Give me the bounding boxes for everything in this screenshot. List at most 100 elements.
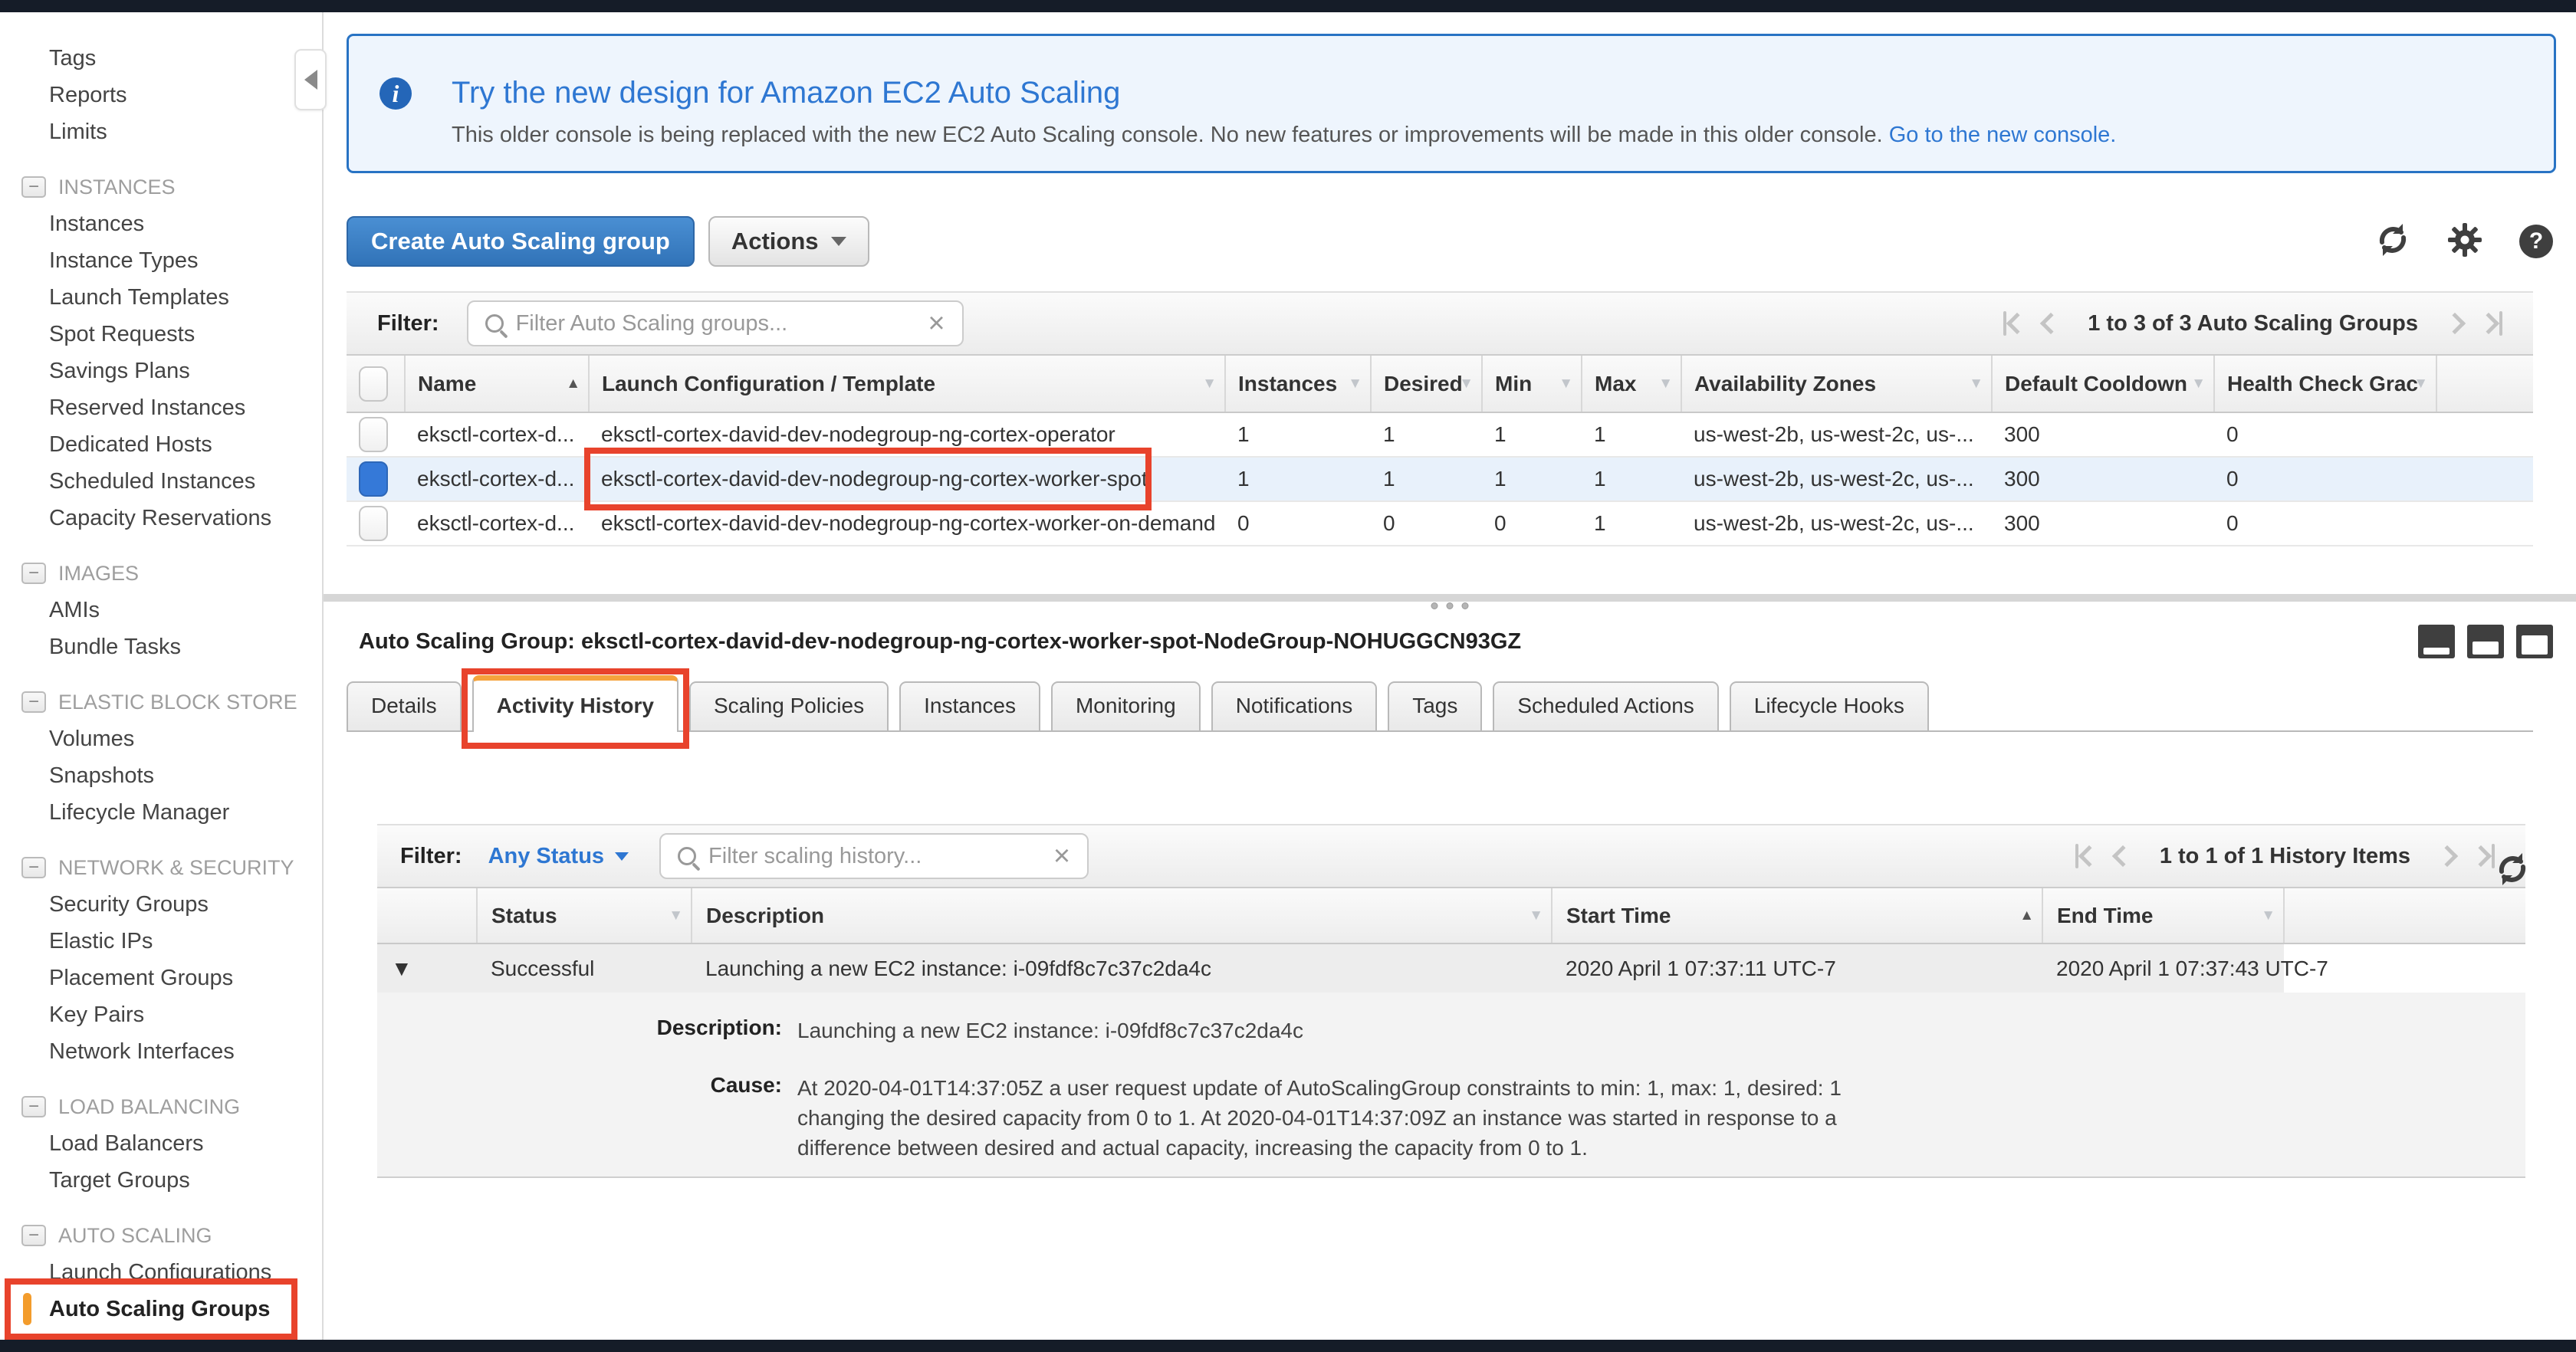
gear-icon[interactable] (2447, 222, 2482, 261)
sidebar-item-network-interfaces[interactable]: Network Interfaces (0, 1033, 322, 1070)
sidebar-item-bundle-tasks[interactable]: Bundle Tasks (0, 628, 322, 665)
column-header-min[interactable]: Min▼ (1482, 356, 1582, 412)
tab-monitoring[interactable]: Monitoring (1051, 681, 1201, 730)
clear-search-icon[interactable]: × (1053, 842, 1070, 871)
sidebar-item-amis[interactable]: AMIs (0, 592, 322, 628)
sidebar-collapse-button[interactable] (294, 49, 327, 110)
pane-small-icon[interactable] (2418, 625, 2455, 658)
column-header-name[interactable]: Name▲ (405, 356, 589, 412)
next-page-button[interactable] (2447, 316, 2463, 331)
sidebar-item-volumes[interactable]: Volumes (0, 720, 322, 757)
tab-lifecycle-hooks[interactable]: Lifecycle Hooks (1730, 681, 1929, 730)
history-search-input[interactable]: Filter scaling history... × (659, 833, 1089, 879)
sidebar-item-label: Key Pairs (49, 1003, 144, 1027)
sidebar-item-instance-types[interactable]: Instance Types (0, 242, 322, 279)
expand-toggle-icon[interactable]: ▼ (377, 943, 477, 993)
column-header-availability-zones[interactable]: Availability Zones▼ (1681, 356, 1992, 412)
last-page-button[interactable] (2481, 311, 2502, 336)
pane-large-icon[interactable] (2516, 625, 2553, 658)
sidebar-item-key-pairs[interactable]: Key Pairs (0, 996, 322, 1033)
sidebar-section-instances[interactable]: −INSTANCES (0, 169, 322, 205)
asg-table-row[interactable]: eksctl-cortex-d...eksctl-cortex-david-de… (347, 457, 2533, 501)
sidebar-item-reserved-instances[interactable]: Reserved Instances (0, 389, 322, 426)
sidebar-item-auto-scaling-groups[interactable]: Auto Scaling Groups (0, 1291, 322, 1327)
sidebar-item-label: Target Groups (49, 1168, 190, 1193)
sidebar-section-load-balancing[interactable]: −LOAD BALANCING (0, 1088, 322, 1125)
sidebar-item-security-groups[interactable]: Security Groups (0, 886, 322, 923)
column-header-start-time[interactable]: Start Time▲ (1552, 888, 2042, 943)
column-header-end-time[interactable]: End Time▼ (2042, 888, 2284, 943)
sidebar-item-tags[interactable]: Tags (0, 40, 322, 77)
actions-dropdown-button[interactable]: Actions (708, 216, 869, 267)
pane-divider[interactable] (324, 594, 2576, 602)
next-page-button[interactable] (2440, 848, 2455, 864)
first-page-button[interactable] (2075, 844, 2097, 868)
prev-page-button[interactable] (2115, 848, 2131, 864)
sidebar-section-images[interactable]: −IMAGES (0, 555, 322, 592)
pane-medium-icon[interactable] (2467, 625, 2504, 658)
prev-page-button[interactable] (2043, 316, 2058, 331)
tab-activity-history[interactable]: Activity History (472, 675, 678, 732)
row-checkbox[interactable] (359, 417, 388, 452)
sidebar-item-label: Instances (49, 212, 144, 236)
collapse-section-icon[interactable]: − (21, 857, 46, 878)
tab-scaling-policies[interactable]: Scaling Policies (689, 681, 889, 730)
asg-table-row[interactable]: eksctl-cortex-d...eksctl-cortex-david-de… (347, 501, 2533, 546)
sidebar-section-network-security[interactable]: −NETWORK & SECURITY (0, 849, 322, 886)
collapse-section-icon[interactable]: − (21, 1225, 46, 1246)
tab-details[interactable]: Details (347, 681, 462, 730)
refresh-icon[interactable] (2375, 222, 2410, 261)
sidebar-item-limits[interactable]: Limits (0, 113, 322, 150)
banner-title-link[interactable]: Try the new design for Amazon EC2 Auto S… (452, 76, 2116, 110)
sidebar-item-launch-templates[interactable]: Launch Templates (0, 279, 322, 316)
sidebar-item-capacity-reservations[interactable]: Capacity Reservations (0, 500, 322, 537)
row-checkbox[interactable] (359, 461, 388, 497)
status-filter-dropdown[interactable]: Any Status (488, 844, 629, 869)
info-icon: i (380, 77, 412, 110)
first-page-button[interactable] (2003, 311, 2025, 336)
create-asg-button[interactable]: Create Auto Scaling group (347, 216, 695, 267)
sidebar-item-snapshots[interactable]: Snapshots (0, 757, 322, 794)
sidebar-item-scheduled-instances[interactable]: Scheduled Instances (0, 463, 322, 500)
sidebar-section-auto-scaling[interactable]: −AUTO SCALING (0, 1217, 322, 1254)
select-all-checkbox[interactable] (359, 366, 388, 402)
collapse-section-icon[interactable]: − (21, 563, 46, 584)
column-header-health-check-grac[interactable]: Health Check Grac▼ (2214, 356, 2436, 412)
column-header-description[interactable]: Description▼ (692, 888, 1552, 943)
sidebar-item-instances[interactable]: Instances (0, 205, 322, 242)
tab-scheduled-actions[interactable]: Scheduled Actions (1493, 681, 1718, 730)
history-refresh-icon[interactable] (2495, 852, 2530, 891)
tab-notifications[interactable]: Notifications (1211, 681, 1378, 730)
sidebar-section-elastic-block-store[interactable]: −ELASTIC BLOCK STORE (0, 684, 322, 720)
row-checkbox[interactable] (359, 506, 388, 541)
history-row[interactable]: ▼ Successful Launching a new EC2 instanc… (377, 943, 2525, 993)
column-header-status[interactable]: Status▼ (477, 888, 692, 943)
go-to-new-console-link[interactable]: Go to the new console. (1889, 123, 2117, 147)
sidebar-item-reports[interactable]: Reports (0, 77, 322, 113)
column-header-default-cooldown[interactable]: Default Cooldown▼ (1992, 356, 2214, 412)
sidebar-item-placement-groups[interactable]: Placement Groups (0, 960, 322, 996)
collapse-section-icon[interactable]: − (21, 691, 46, 713)
sidebar-item-label: Scheduled Instances (49, 469, 255, 494)
collapse-section-icon[interactable]: − (21, 1096, 46, 1117)
tab-instances[interactable]: Instances (899, 681, 1040, 730)
column-header-max[interactable]: Max▼ (1582, 356, 1681, 412)
sidebar-item-load-balancers[interactable]: Load Balancers (0, 1125, 322, 1162)
column-header-launch-configuration-template[interactable]: Launch Configuration / Template▼ (589, 356, 1225, 412)
sidebar-item-launch-configurations[interactable]: Launch Configurations (0, 1254, 322, 1291)
column-header-desired[interactable]: Desired▼ (1371, 356, 1482, 412)
tab-tags[interactable]: Tags (1388, 681, 1482, 730)
sidebar-item-savings-plans[interactable]: Savings Plans (0, 353, 322, 389)
sidebar-item-dedicated-hosts[interactable]: Dedicated Hosts (0, 426, 322, 463)
sidebar-item-lifecycle-manager[interactable]: Lifecycle Manager (0, 794, 322, 831)
sidebar-item-elastic-ips[interactable]: Elastic IPs (0, 923, 322, 960)
asg-search-input[interactable]: Filter Auto Scaling groups... × (467, 300, 964, 346)
collapse-section-icon[interactable]: − (21, 176, 46, 198)
sidebar-item-spot-requests[interactable]: Spot Requests (0, 316, 322, 353)
clear-search-icon[interactable]: × (928, 309, 945, 338)
asg-table-row[interactable]: eksctl-cortex-d...eksctl-cortex-david-de… (347, 412, 2533, 457)
help-icon[interactable]: ? (2519, 225, 2553, 258)
last-page-button[interactable] (2473, 844, 2495, 868)
column-header-instances[interactable]: Instances▼ (1225, 356, 1371, 412)
sidebar-item-target-groups[interactable]: Target Groups (0, 1162, 322, 1199)
